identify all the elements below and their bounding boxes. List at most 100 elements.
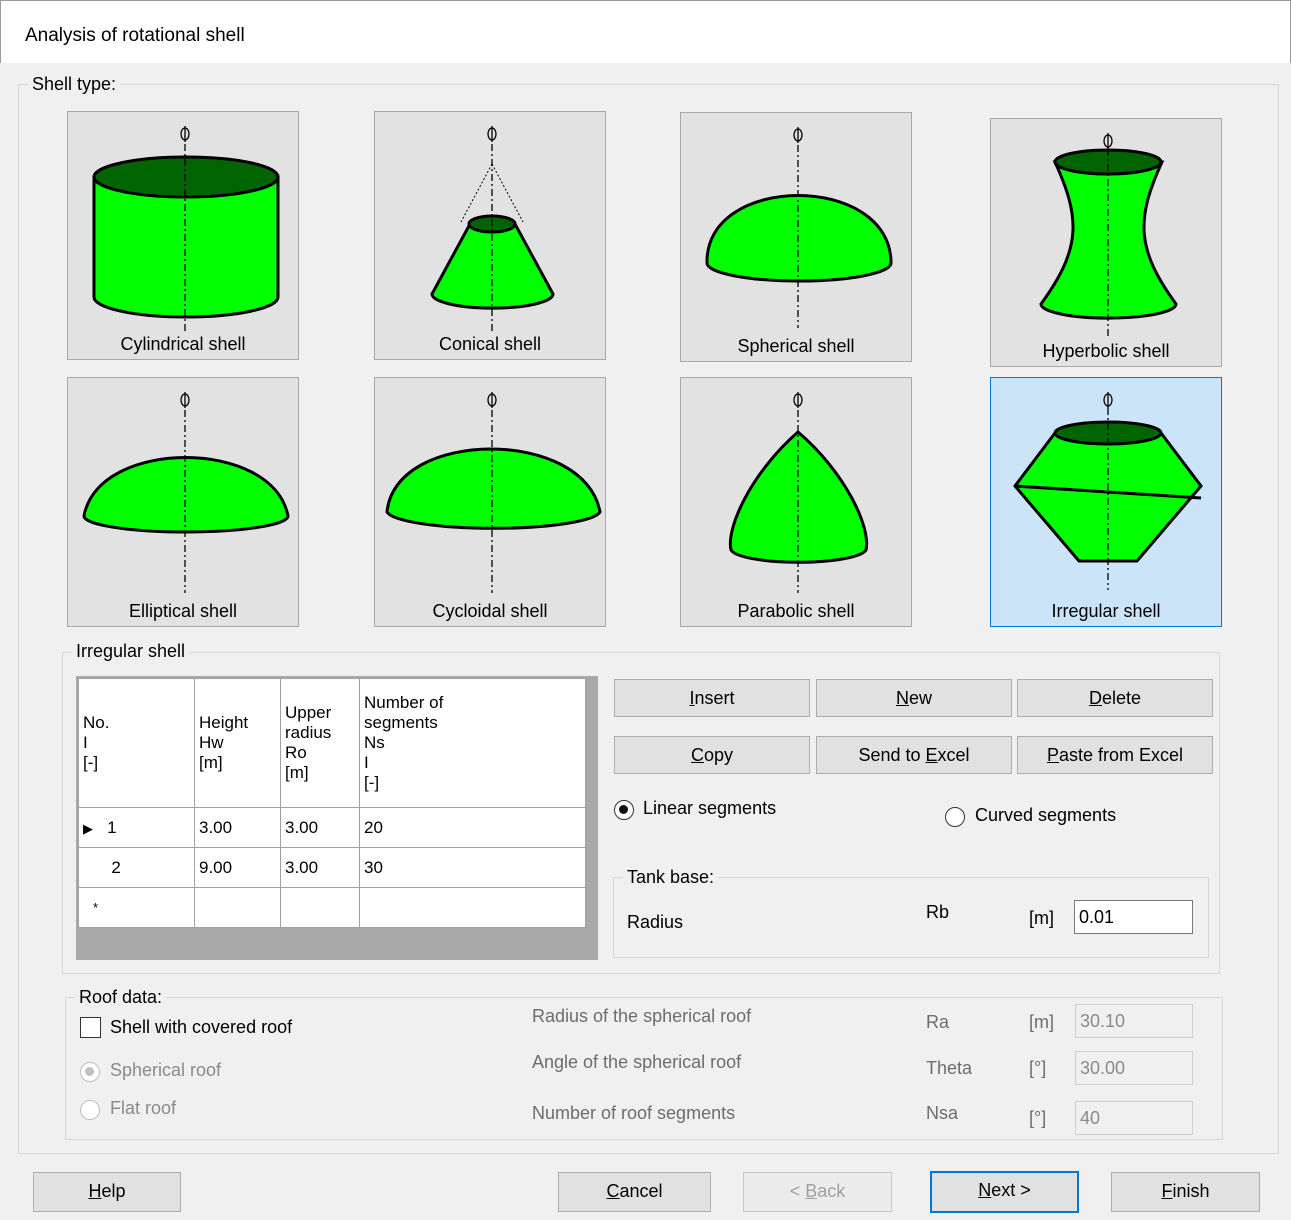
header-line: No. <box>83 713 110 732</box>
tile-label: Conical shell <box>438 334 542 354</box>
segments-cell[interactable]: 30 <box>359 847 586 888</box>
segments-table-panel: No. I [-] Height Hw [m] Upper radius Ro … <box>76 676 598 960</box>
segments-table: No. I [-] Height Hw [m] Upper radius Ro … <box>78 678 586 928</box>
current-row-icon: ▶ <box>83 820 93 836</box>
header-line: Hw <box>199 733 224 752</box>
tank-radius-symbol: Rb <box>926 902 950 922</box>
tile-spherical-shell[interactable]: Spherical shell <box>680 112 912 362</box>
next-button[interactable]: Next > <box>930 1171 1079 1213</box>
roof-radius-symbol: Ra <box>926 1012 950 1032</box>
tile-label: Irregular shell <box>1051 601 1161 621</box>
window-title: Analysis of rotational shell <box>25 25 245 46</box>
tile-parabolic-shell[interactable]: Parabolic shell <box>680 377 912 627</box>
paste-from-excel-button[interactable]: Paste from Excel <box>1017 736 1213 774</box>
table-header-row: No. I [-] Height Hw [m] Upper radius Ro … <box>78 678 586 808</box>
row-no-cell[interactable]: 2 <box>78 847 195 888</box>
header-line: I <box>83 733 88 752</box>
header-line: Upper <box>285 703 332 722</box>
new-segments-cell[interactable] <box>359 887 586 928</box>
back-button[interactable]: < Back <box>743 1172 892 1212</box>
new-button[interactable]: New <box>816 679 1012 717</box>
row-no: 1 <box>107 817 117 837</box>
roof-angle-label: Angle of the spherical roof <box>532 1052 742 1072</box>
covered-roof-checkbox[interactable] <box>80 1017 101 1038</box>
spherical-shell-icon <box>705 127 893 328</box>
new-radius-cell[interactable] <box>280 887 360 928</box>
finish-button[interactable]: Finish <box>1111 1172 1260 1212</box>
row-no-cell[interactable]: ▶ 1 <box>78 807 195 848</box>
row-no: 2 <box>111 857 121 877</box>
curved-segments-label[interactable]: Curved segments <box>975 805 1116 826</box>
tile-hyperbolic-shell[interactable]: Hyperbolic shell <box>990 118 1222 367</box>
col-no-header: No. I [-] <box>78 678 195 808</box>
header-line: Ns <box>364 733 385 752</box>
linear-segments-label[interactable]: Linear segments <box>643 798 776 819</box>
header-line: segments <box>364 713 438 732</box>
tile-irregular-shell[interactable]: Irregular shell <box>990 377 1222 627</box>
tank-radius-unit: [m] <box>1029 908 1054 928</box>
radius-cell[interactable]: 3.00 <box>280 807 360 848</box>
header-line: Ro <box>285 743 307 762</box>
radius-cell[interactable]: 3.00 <box>280 847 360 888</box>
roof-radius-label: Radius of the spherical roof <box>532 1006 752 1026</box>
tank-radius-label: Radius <box>627 912 684 932</box>
header-line: [-] <box>364 773 380 792</box>
tile-conical-shell[interactable]: Conical shell <box>374 111 606 360</box>
header-line: [m] <box>285 763 309 782</box>
cycloidal-shell-icon <box>385 392 602 593</box>
linear-segments-radio[interactable] <box>614 800 634 820</box>
header-line: [-] <box>83 753 99 772</box>
parabolic-shell-icon <box>728 392 869 593</box>
conical-shell-icon <box>430 126 555 332</box>
tile-label: Hyperbolic shell <box>1042 341 1170 361</box>
title-bar: Analysis of rotational shell <box>0 0 1291 63</box>
table-row[interactable]: ▶ 1 3.00 3.00 20 <box>78 807 586 848</box>
roof-segments-label: Number of roof segments <box>532 1103 736 1123</box>
roof-data-legend: Roof data: <box>75 987 167 1008</box>
hyperbolic-shell-icon <box>1039 133 1178 339</box>
roof-angle-input[interactable]: 30.00 <box>1075 1051 1193 1085</box>
copy-button[interactable]: Copy <box>614 736 810 774</box>
tile-label: Elliptical shell <box>128 601 238 621</box>
help-button[interactable]: Help <box>33 1172 181 1212</box>
tile-label: Spherical shell <box>737 336 855 356</box>
delete-button[interactable]: Delete <box>1017 679 1213 717</box>
roof-radius-input[interactable]: 30.10 <box>1075 1004 1193 1038</box>
irregular-shell-legend: Irregular shell <box>72 641 190 662</box>
send-to-excel-button[interactable]: Send to Excel <box>816 736 1012 774</box>
insert-button[interactable]: Insert <box>614 679 810 717</box>
tile-cylindrical-shell[interactable]: Cylindrical shell <box>67 111 299 360</box>
flat-roof-radio[interactable] <box>80 1100 100 1120</box>
tile-elliptical-shell[interactable]: Elliptical shell <box>67 377 299 627</box>
height-cell[interactable]: 9.00 <box>194 847 281 888</box>
spherical-roof-label[interactable]: Spherical roof <box>110 1060 221 1081</box>
height-cell[interactable]: 3.00 <box>194 807 281 848</box>
covered-roof-label[interactable]: Shell with covered roof <box>110 1017 292 1038</box>
new-row[interactable]: * <box>78 887 586 928</box>
roof-segments-unit: [°] <box>1029 1108 1047 1128</box>
tank-base-legend: Tank base: <box>623 867 719 888</box>
header-line: [m] <box>199 753 223 772</box>
roof-angle-symbol: Theta <box>926 1058 973 1078</box>
shell-type-legend: Shell type: <box>28 74 121 95</box>
tile-label: Cylindrical shell <box>120 334 246 354</box>
irregular-shell-icon <box>1013 392 1203 590</box>
curved-segments-radio[interactable] <box>945 807 965 827</box>
roof-segments-input[interactable]: 40 <box>1075 1101 1193 1135</box>
header-line: radius <box>285 723 332 742</box>
roof-segments-symbol: Nsa <box>926 1103 959 1123</box>
col-height-header: Height Hw [m] <box>194 678 281 808</box>
tank-radius-input[interactable]: 0.01 <box>1074 900 1193 934</box>
table-row[interactable]: 2 9.00 3.00 30 <box>78 847 586 888</box>
flat-roof-label[interactable]: Flat roof <box>110 1098 176 1119</box>
spherical-roof-radio[interactable] <box>80 1062 100 1082</box>
tile-label: Cycloidal shell <box>432 601 548 621</box>
segments-cell[interactable]: 20 <box>359 807 586 848</box>
new-height-cell[interactable] <box>194 887 281 928</box>
cancel-button[interactable]: Cancel <box>558 1172 711 1212</box>
tile-cycloidal-shell[interactable]: Cycloidal shell <box>374 377 606 627</box>
new-row-marker: * <box>78 887 195 928</box>
header-line: I <box>364 753 369 772</box>
elliptical-shell-icon <box>82 392 290 593</box>
roof-angle-unit: [°] <box>1029 1058 1047 1078</box>
